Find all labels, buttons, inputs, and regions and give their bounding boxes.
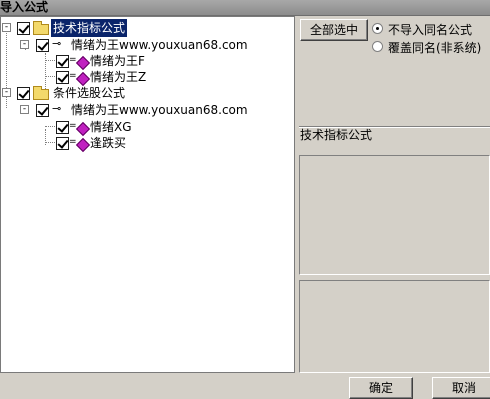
collapse-toggle[interactable]: - <box>20 40 29 49</box>
tree-node-formula[interactable]: = 逢跌买 <box>1 134 291 153</box>
group2-checkbox[interactable] <box>17 87 30 100</box>
author2-label[interactable]: 情绪为王www.youxuan68.com <box>71 101 248 119</box>
group1-checkbox[interactable] <box>17 22 30 35</box>
group2-label[interactable]: 条件选股公式 <box>53 84 125 102</box>
formula-checkbox[interactable] <box>56 137 69 150</box>
tree-node-group2[interactable]: - 条件选股公式 <box>1 84 291 102</box>
key-icon: ⊸ <box>52 37 62 50</box>
formula-checkbox[interactable] <box>56 71 69 84</box>
formula-checkbox[interactable] <box>56 55 69 68</box>
collapse-toggle[interactable]: - <box>20 105 29 114</box>
select-all-button[interactable]: 全部选中 <box>300 19 368 41</box>
link-icon: = <box>69 137 77 147</box>
tree-node-author2[interactable]: - ⊸ 情绪为王www.youxuan68.com <box>1 101 291 119</box>
folder-icon <box>33 86 49 100</box>
formula-description-box <box>299 155 490 275</box>
link-icon: = <box>69 121 77 131</box>
group1-label[interactable]: 技术指标公式 <box>51 19 128 37</box>
folder-icon <box>33 21 49 35</box>
window-title: 导入公式 <box>0 0 49 14</box>
formula-params-box <box>299 280 490 373</box>
cancel-button[interactable]: 取消 <box>432 377 490 399</box>
title-bar: 导入公式 <box>0 0 490 16</box>
formula-tree[interactable]: - 技术指标公式 - ⊸ 情绪为王www.youxuan68.com = 情绪为… <box>0 16 295 373</box>
detail-section-label: 技术指标公式 <box>300 128 373 142</box>
link-icon: = <box>69 55 77 65</box>
collapse-toggle[interactable]: - <box>2 23 11 32</box>
collapse-toggle[interactable]: - <box>2 88 11 97</box>
formula-icon <box>75 137 91 153</box>
formula-checkbox[interactable] <box>56 121 69 134</box>
ok-button[interactable]: 确定 <box>349 377 413 399</box>
tree-node-group1[interactable]: - 技术指标公式 <box>1 19 291 37</box>
formula-label[interactable]: 逢跌买 <box>90 134 126 152</box>
overwrite-duplicates-radio[interactable] <box>372 41 383 52</box>
key-icon: ⊸ <box>52 102 62 115</box>
link-icon: = <box>69 71 77 81</box>
no-import-duplicates-radio[interactable] <box>372 23 383 34</box>
author1-checkbox[interactable] <box>36 39 49 52</box>
no-import-duplicates-label[interactable]: 不导入同名公式 <box>388 21 472 38</box>
overwrite-duplicates-label[interactable]: 覆盖同名(非系统) <box>388 39 481 56</box>
author2-checkbox[interactable] <box>36 104 49 117</box>
